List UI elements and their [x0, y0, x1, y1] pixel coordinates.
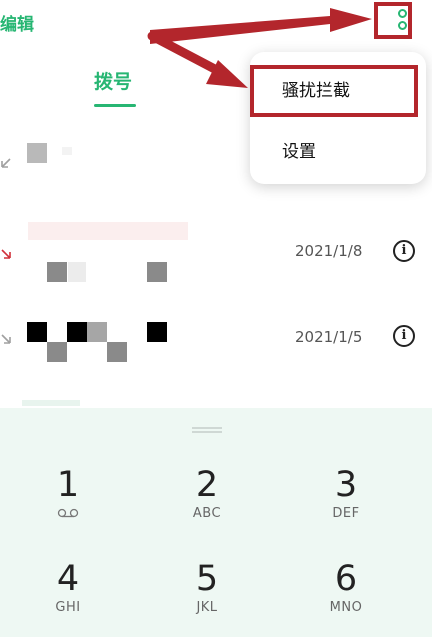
info-icon[interactable]: i	[393, 325, 415, 347]
key-5[interactable]: 5 JKL	[162, 560, 252, 615]
edit-button[interactable]: 编辑	[0, 10, 34, 35]
blurred-contact	[107, 342, 127, 362]
blurred-contact	[47, 342, 67, 362]
call-date: 2021/1/5	[295, 328, 363, 346]
tab-indicator	[94, 104, 136, 107]
key-1[interactable]: 1	[23, 466, 113, 518]
blurred-contact	[62, 147, 72, 155]
key-4[interactable]: 4 GHI	[23, 560, 113, 615]
blurred-contact	[147, 322, 167, 342]
key-digit: 1	[56, 465, 80, 505]
tab-dial[interactable]: 拨号	[94, 67, 132, 94]
blurred-contact	[87, 322, 107, 342]
info-icon[interactable]: i	[393, 240, 415, 262]
key-digit: 6	[334, 559, 358, 599]
key-digit: 4	[56, 559, 80, 599]
key-digit: 5	[195, 559, 219, 599]
key-digit: 2	[195, 465, 219, 505]
key-letters: MNO	[329, 600, 363, 615]
key-3[interactable]: 3 DEF	[301, 466, 391, 521]
key-letters: DEF	[332, 506, 360, 521]
incoming-call-icon	[0, 157, 12, 173]
key-letters: ABC	[192, 506, 222, 521]
blurred-contact	[47, 262, 67, 282]
blurred-contact	[68, 262, 86, 282]
blurred-contact	[27, 143, 47, 163]
missed-call-icon	[0, 245, 12, 264]
key-letters: JKL	[196, 600, 218, 615]
blurred-contact	[28, 222, 188, 240]
blurred-contact	[27, 322, 47, 342]
voicemail-icon	[57, 508, 79, 518]
outgoing-call-icon	[0, 330, 12, 349]
blurred-contact	[147, 262, 167, 282]
key-6[interactable]: 6 MNO	[301, 560, 391, 615]
more-options-icon[interactable]	[398, 8, 408, 32]
key-digit: 3	[334, 465, 358, 505]
call-date: 2021/1/8	[295, 242, 363, 260]
drag-handle[interactable]	[192, 427, 222, 433]
blurred-contact	[67, 322, 87, 342]
blurred-contact	[22, 400, 80, 406]
key-2[interactable]: 2 ABC	[162, 466, 252, 521]
key-letters: GHI	[55, 600, 81, 615]
menu-item-harassment-block[interactable]: 骚扰拦截	[250, 65, 418, 117]
menu-item-settings[interactable]: 设置	[282, 137, 316, 162]
